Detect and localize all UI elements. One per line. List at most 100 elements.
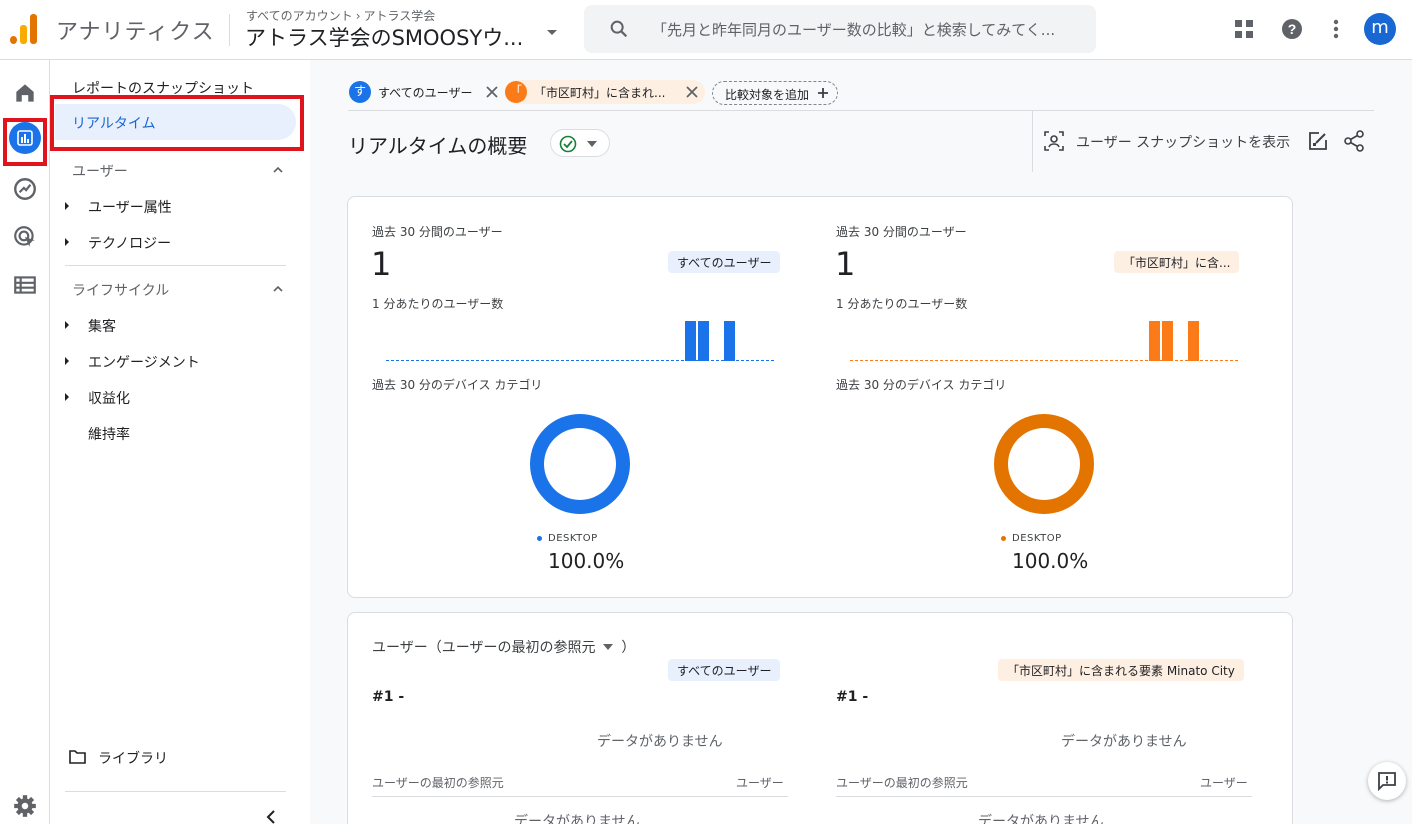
add-comparison-button[interactable]: 比較対象を追加 [712,81,838,105]
segment-badge: 「市区町村」に含... [1114,251,1240,273]
explore-icon[interactable] [12,176,38,202]
expand-arrow-icon [65,238,69,246]
nav-item-library[interactable]: ライブラリ [98,748,168,768]
status-dropdown[interactable] [550,129,610,157]
segment-badge: すべてのユーザー [668,659,781,681]
advertising-icon[interactable] [12,224,38,250]
users-30min-label: 過去 30 分間のユーザー [836,225,967,239]
nav-item-retention[interactable]: 維持率 [88,424,130,444]
settings-gear-icon[interactable] [12,793,38,819]
page-title: リアルタイムの概要 [348,134,528,158]
chart-bar[interactable] [685,321,696,361]
users-30min-value: 1 [371,245,392,283]
comparison-chip-all-users[interactable]: す すべてのユーザー [349,80,501,104]
legend-desktop: DESKTOP [1001,533,1062,544]
desktop-percent: 100.0% [548,549,625,573]
search-input[interactable]: 「先月と昨年同月のユーザー数の比較」と検索してみてく... [652,19,1084,40]
expand-arrow-icon [65,357,69,365]
users-30min-value: 1 [835,245,856,283]
column-header-source[interactable]: ユーザーの最初の参照元 [836,774,968,791]
help-icon[interactable]: ? [1280,17,1304,41]
search-icon [610,20,628,38]
search-bar[interactable]: 「先月と昨年同月のユーザー数の比較」と検索してみてく... [584,5,1096,53]
chip-badge: す [349,81,371,103]
divider [1032,110,1033,172]
home-icon[interactable] [12,80,38,106]
analytics-logo-icon[interactable] [10,14,38,44]
nav-item-engagement[interactable]: エンゲージメント [88,352,200,372]
chevron-right-icon: › [355,9,361,23]
feedback-button[interactable] [1368,762,1406,800]
close-icon[interactable] [685,85,699,99]
legend-dot [1001,535,1006,541]
expand-arrow-icon [65,393,69,401]
chevron-up-icon[interactable] [273,165,283,175]
expand-arrow-icon [65,321,69,329]
chart-bar[interactable] [724,321,735,361]
breadcrumb-property[interactable]: アトラス学会 [364,9,436,23]
segment-badge: 「市区町村」に含まれる要素 Minato City [998,659,1244,681]
divider [229,14,230,46]
users-30min-label: 過去 30 分間のユーザー [372,225,503,239]
chip-badge: 「 [505,81,527,103]
chart-bar[interactable] [1149,321,1160,361]
caret-down-icon[interactable] [602,644,613,650]
chart-bar[interactable] [1188,321,1199,361]
no-data-message: データがありません [978,814,1104,824]
rank-label: #1 - [372,689,405,705]
caret-down-icon[interactable] [547,30,557,35]
nav-item-demographics[interactable]: ユーザー属性 [88,197,172,217]
highlight-annotation [50,95,304,151]
divider [65,265,286,266]
device-donut-chart[interactable] [994,414,1094,514]
add-comparison-label: 比較対象を追加 [725,88,810,102]
column-header-source[interactable]: ユーザーの最初の参照元 [372,774,504,791]
collapse-chevron-icon[interactable] [265,810,277,824]
edit-report-icon[interactable] [1307,130,1329,152]
more-vert-icon[interactable] [1324,17,1348,41]
column-header-users[interactable]: ユーザー [736,774,784,791]
card-title[interactable]: ユーザー（ユーザーの最初の参照元 ） [372,637,635,657]
divider [836,796,1252,797]
plus-icon [818,88,828,98]
divider [348,110,1374,111]
comparison-chip-city[interactable]: 「 「市区町村」に含まれ... [505,80,705,104]
chevron-up-icon[interactable] [273,284,283,294]
expand-arrow-icon [65,202,69,210]
card-title-text: ユーザー（ユーザーの最初の参照元 [372,640,596,656]
legend-label: DESKTOP [548,533,598,544]
sparkline-baseline [850,360,1238,361]
divider [372,796,788,797]
check-circle-icon [559,135,577,153]
nav-section-user[interactable]: ユーザー [72,161,128,181]
no-data-message: データがありません [1061,734,1187,750]
legend-label: DESKTOP [1012,533,1062,544]
column-header-users[interactable]: ユーザー [1200,774,1248,791]
no-data-message: データがありません [514,814,640,824]
nav-item-acquisition[interactable]: 集客 [88,316,116,336]
user-snapshot-link[interactable]: ユーザー スナップショットを表示 [1076,132,1290,152]
app-title: アナリティクス [56,20,215,45]
first-user-source-card: ユーザー（ユーザーの最初の参照元 ） すべてのユーザー 「市区町村」に含まれる要… [347,612,1293,824]
breadcrumb-account[interactable]: すべてのアカウント [246,9,353,23]
highlight-annotation [3,118,47,166]
nav-section-lifecycle[interactable]: ライフサイクル [72,280,169,300]
list-icon[interactable] [12,272,38,298]
apps-grid-icon[interactable] [1232,17,1256,41]
users-per-minute-label: 1 分あたりのユーザー数 [372,297,504,311]
property-selector[interactable]: アトラス学会のSMOOSYウ... [245,22,523,52]
user-snapshot-icon[interactable] [1043,130,1065,152]
share-icon[interactable] [1343,130,1365,152]
nav-item-monetization[interactable]: 収益化 [88,388,130,408]
device-donut-chart[interactable] [530,414,630,514]
desktop-percent: 100.0% [1012,549,1089,573]
avatar[interactable]: m [1364,13,1396,45]
no-data-message: データがありません [597,734,723,750]
main-content: す すべてのユーザー 「 「市区町村」に含まれ... 比較対象を追加 リアルタイ… [310,60,1412,824]
close-icon[interactable] [485,85,499,99]
rank-label: #1 - [836,689,869,705]
nav-item-technology[interactable]: テクノロジー [88,233,171,253]
users-per-minute-label: 1 分あたりのユーザー数 [836,297,968,311]
chart-bar[interactable] [698,321,709,361]
chart-bar[interactable] [1162,321,1173,361]
